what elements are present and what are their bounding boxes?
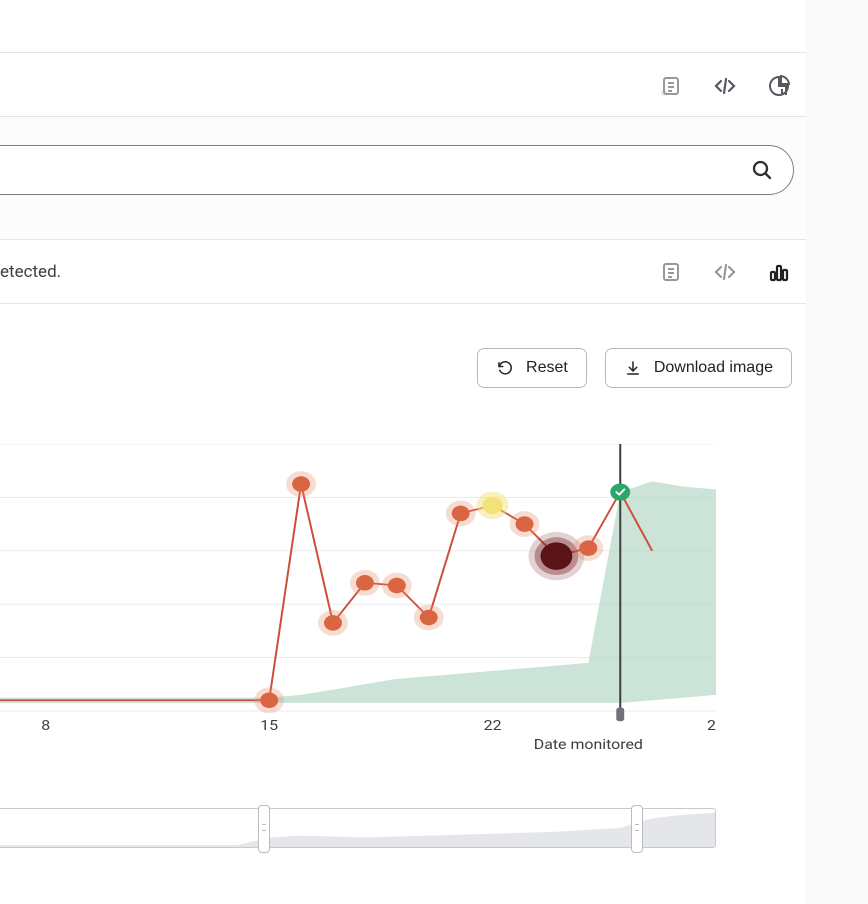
list-icon[interactable] — [658, 259, 684, 285]
svg-text:8: 8 — [41, 717, 50, 734]
anomaly-point[interactable] — [452, 506, 470, 522]
anomaly-point[interactable] — [260, 693, 278, 709]
chart-main[interactable]: 8 15 22 29 Date monitored — [0, 444, 716, 754]
svg-text:15: 15 — [260, 717, 278, 734]
view-toolbar-status — [658, 259, 792, 285]
bar-chart-icon[interactable] — [766, 259, 792, 285]
anomaly-point[interactable] — [388, 578, 406, 594]
chart-svg[interactable]: 8 15 22 29 Date monitored — [0, 444, 716, 754]
chart-actions: Reset Download image — [477, 348, 792, 388]
right-gutter — [806, 0, 868, 904]
view-toolbar-top — [658, 66, 792, 106]
range-svg[interactable] — [0, 809, 715, 847]
reset-label: Reset — [526, 359, 568, 377]
code-icon[interactable] — [712, 259, 738, 285]
anomaly-point[interactable] — [516, 516, 534, 532]
critical-point[interactable] — [540, 542, 572, 570]
status-row: etected. — [0, 240, 806, 304]
svg-text:29: 29 — [707, 717, 716, 734]
search-icon[interactable] — [749, 157, 775, 183]
status-text: etected. — [0, 262, 61, 282]
reset-icon — [496, 359, 514, 377]
chart-container: 8 15 22 29 Date monitored — [0, 428, 806, 886]
download-icon — [624, 359, 642, 377]
search-section — [0, 116, 806, 240]
svg-text:22: 22 — [484, 717, 502, 734]
download-label: Download image — [654, 359, 773, 377]
range-selector[interactable] — [0, 808, 716, 848]
anomaly-point[interactable] — [292, 476, 310, 492]
pie-bars-icon[interactable] — [766, 73, 792, 99]
anomaly-point[interactable] — [420, 610, 438, 626]
search-input[interactable] — [0, 161, 363, 179]
warning-point[interactable] — [483, 497, 503, 514]
reset-button[interactable]: Reset — [477, 348, 587, 388]
divider — [0, 52, 806, 53]
search-input-pill[interactable] — [0, 145, 794, 195]
anomaly-point[interactable] — [579, 540, 597, 556]
anomaly-point[interactable] — [324, 615, 342, 631]
x-axis-label: Date monitored — [534, 736, 643, 753]
download-image-button[interactable]: Download image — [605, 348, 792, 388]
list-icon[interactable] — [658, 73, 684, 99]
range-handle-start[interactable] — [258, 805, 270, 853]
anomaly-point[interactable] — [356, 575, 374, 591]
marker-handle[interactable] — [616, 708, 624, 722]
ok-point[interactable] — [610, 483, 630, 500]
range-handle-end[interactable] — [631, 805, 643, 853]
code-icon[interactable] — [712, 73, 738, 99]
